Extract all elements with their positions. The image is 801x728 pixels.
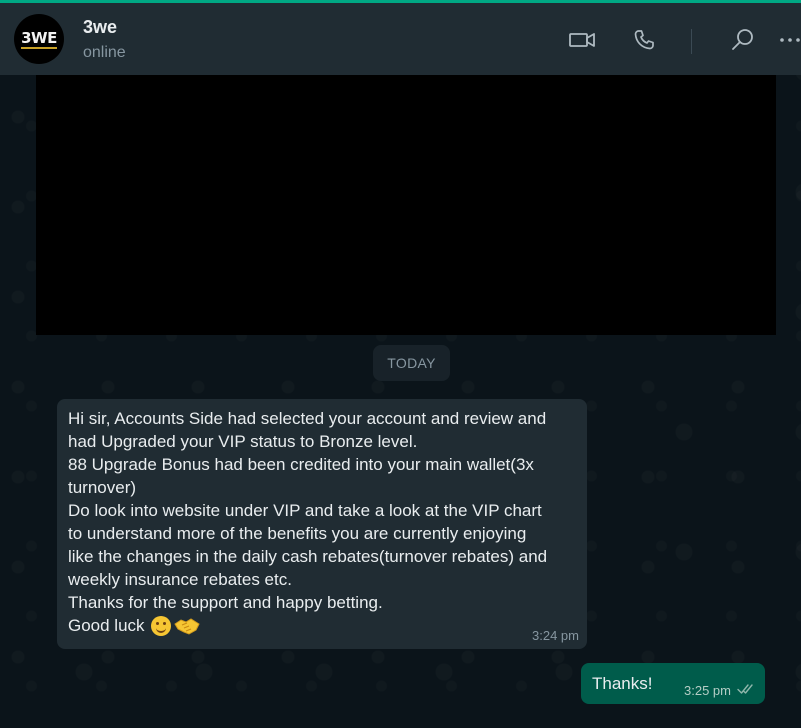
header-divider [691, 29, 692, 54]
read-double-tick-icon [737, 682, 757, 700]
message-line: had Upgraded your VIP status to Bronze l… [68, 432, 418, 451]
message-line: Thanks for the support and happy betting… [68, 593, 383, 612]
handshake-emoji-icon [173, 616, 200, 636]
message-line: Do look into website under VIP and take … [68, 501, 542, 520]
message-line: weekly insurance rebates etc. [68, 570, 292, 589]
chat-window: 3WE 3we online TODAY Hi sir, Accounts Si… [0, 0, 801, 728]
avatar-logo-text: 3WE [21, 28, 57, 49]
message-line: like the changes in the daily cash rebat… [68, 547, 548, 566]
message-line: Hi sir, Accounts Side had selected your … [68, 409, 547, 428]
video-call-icon[interactable] [567, 25, 597, 55]
contact-name[interactable]: 3we [83, 17, 117, 38]
chat-header: 3WE 3we online [0, 3, 801, 75]
message-line: to understand more of the benefits you a… [68, 524, 527, 543]
smiling-face-emoji-icon [150, 615, 171, 636]
message-text: Good luck [68, 616, 145, 635]
message-text: Thanks! [592, 674, 653, 693]
avatar[interactable]: 3WE [14, 14, 64, 64]
incoming-message-bubble[interactable]: Hi sir, Accounts Side had selected your … [57, 399, 587, 649]
contact-status: online [83, 44, 126, 61]
message-line: turnover) [68, 478, 137, 497]
date-divider: TODAY [373, 345, 450, 381]
menu-icon[interactable] [778, 25, 801, 55]
voice-call-icon[interactable] [629, 25, 659, 55]
outgoing-message-bubble[interactable]: Thanks! 3:25 pm [581, 663, 765, 704]
message-line-with-emoji: Good luck [68, 614, 577, 637]
message-timestamp: 3:24 pm [532, 628, 579, 643]
redacted-media[interactable] [36, 75, 776, 335]
search-icon[interactable] [728, 25, 758, 55]
message-timestamp: 3:25 pm [684, 683, 731, 698]
message-line: 88 Upgrade Bonus had been credited into … [68, 455, 534, 474]
